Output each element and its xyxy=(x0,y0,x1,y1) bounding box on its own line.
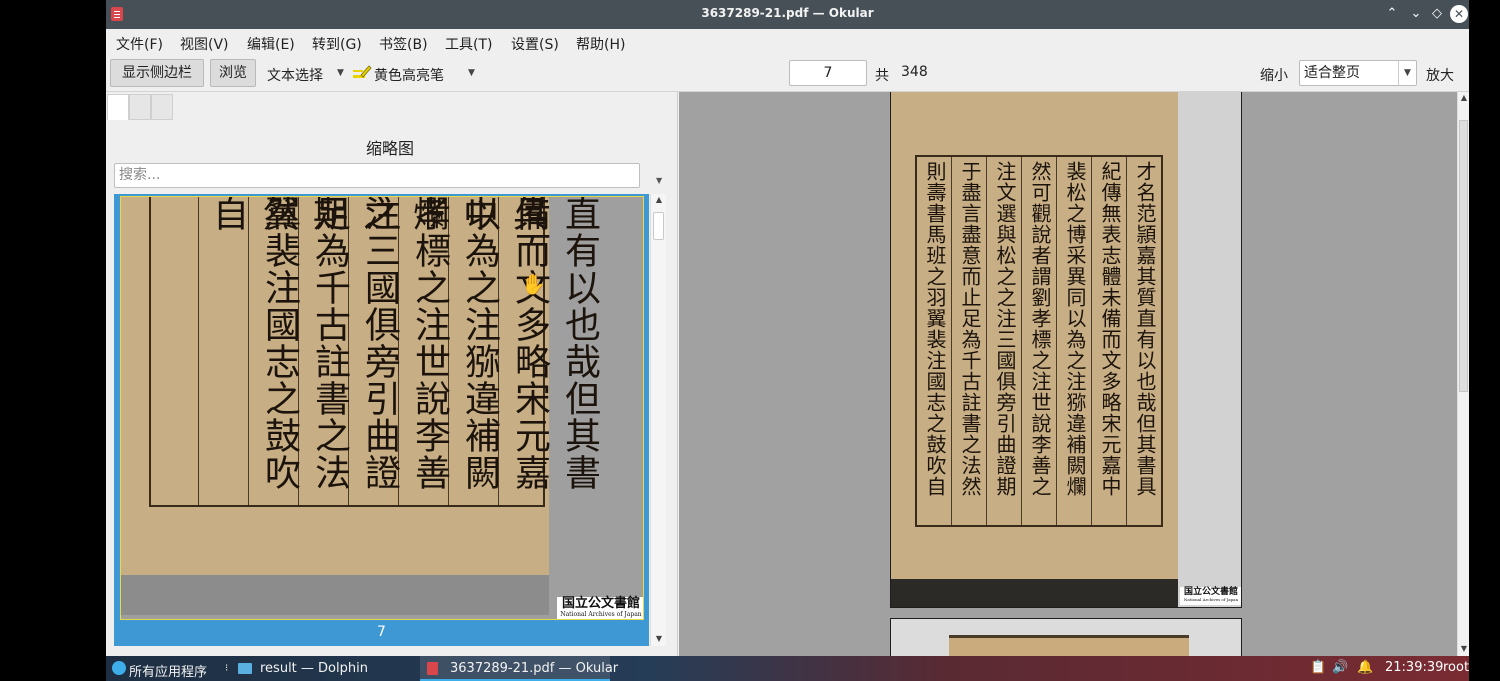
tab-thumbnails[interactable] xyxy=(107,94,129,120)
scrollbar-thumb[interactable] xyxy=(1459,120,1468,392)
menu-help[interactable]: 帮助(H) xyxy=(576,34,625,54)
column-rule xyxy=(1126,157,1127,525)
menu-settings[interactable]: 设置(S) xyxy=(511,34,559,54)
show-sidebar-button[interactable]: 显示侧边栏 xyxy=(110,59,204,87)
page-total-label: 348 xyxy=(901,64,928,80)
task-dolphin[interactable]: result — Dolphin xyxy=(260,661,368,676)
document-page[interactable]: 才名范頴嘉其質直有以也哉但其書具 紀傳無表志體未備而文多略宋元嘉中 裴松之博采異… xyxy=(890,92,1242,608)
text-column: 則壽書馬班之羽翼裴注國志之鼓吹自 xyxy=(923,161,947,497)
next-document-page[interactable] xyxy=(890,618,1242,656)
sidebar-title: 缩略图 xyxy=(365,139,414,158)
chevron-down-icon[interactable]: ▼ xyxy=(1398,61,1416,85)
text-column: 注文選與松之之注三國俱旁引曲證期 xyxy=(993,161,1017,497)
thumbnail-scrollbar[interactable]: ▲ ▼ xyxy=(650,194,666,646)
thumbnail-page-number: 7 xyxy=(377,624,386,640)
page-number-input[interactable]: 7 xyxy=(789,60,867,86)
search-options-dropdown-icon[interactable]: ▼ xyxy=(656,176,662,185)
window-title: 3637289-21.pdf — Okular xyxy=(701,6,874,20)
archive-seal: 国立公文書館 National Archives of Japan xyxy=(557,596,643,619)
column-rule xyxy=(1056,157,1057,525)
text-column: 裴松之博采異同以為之注猕違補闕爛 xyxy=(1063,161,1087,497)
thumbnail-page-image[interactable]: 直有以也哉但其書具 備而文多略宋元嘉中 以為之注猕違補闕爛 孝標之注世說李善之 … xyxy=(120,196,644,620)
scroll-down-icon[interactable]: ▼ xyxy=(1458,644,1469,653)
zoom-out-button[interactable]: 缩小 xyxy=(1260,65,1288,85)
maximize-button[interactable]: ◇ xyxy=(1428,5,1446,23)
hand-cursor-icon: ✋ xyxy=(521,272,546,296)
seal-title: 国立公文書館 xyxy=(561,596,640,611)
keep-above-button[interactable]: ⌃ xyxy=(1383,5,1401,23)
scroll-up-icon[interactable]: ▲ xyxy=(651,195,667,204)
paper-area: 直有以也哉但其書具 備而文多略宋元嘉中 以為之注猕違補闕爛 孝標之注世說李善之 … xyxy=(121,196,600,575)
menu-view[interactable]: 视图(V) xyxy=(180,34,229,54)
clock[interactable]: 21:39:39 xyxy=(1385,660,1443,675)
yellow-highlighter-tool-button[interactable]: 黄色高亮笔 xyxy=(374,65,444,85)
thumbnail-list: 直有以也哉但其書具 備而文多略宋元嘉中 以為之注猕違補闕爛 孝標之注世說李善之 … xyxy=(114,194,649,646)
notifications-icon[interactable]: 🔔 xyxy=(1357,660,1373,675)
text-column: 才名范頴嘉其質直有以也哉但其書具 xyxy=(1133,161,1157,497)
user-name: root xyxy=(1443,660,1469,675)
browse-tool-button[interactable]: 浏览 xyxy=(210,59,256,87)
column-rule xyxy=(1091,157,1092,525)
scrollbar-thumb[interactable] xyxy=(653,212,664,240)
text-select-dropdown-icon[interactable]: ▼ xyxy=(337,68,344,78)
column-rule xyxy=(198,197,199,505)
text-column: 紀傳無表志體未備而文多略宋元嘉中 xyxy=(1098,161,1122,497)
document-viewer[interactable]: 才名范頴嘉其質直有以也哉但其書具 紀傳無表志體未備而文多略宋元嘉中 裴松之博采異… xyxy=(679,92,1457,656)
zoom-mode-value: 适合整页 xyxy=(1304,65,1360,81)
column-rule xyxy=(986,157,987,525)
seal-title: 国立公文書館 xyxy=(1183,587,1238,597)
scroll-down-icon[interactable]: ▼ xyxy=(651,634,667,643)
column-rule xyxy=(1021,157,1022,525)
archive-seal: 国立公文書館 National Archives of Japan xyxy=(1180,587,1241,605)
text-frame: 直有以也哉但其書具 備而文多略宋元嘉中 以為之注猕違補闕爛 孝標之注世說李善之 … xyxy=(149,196,600,507)
menu-grip-icon: ⁝ xyxy=(225,663,229,674)
taskbar: 所有应用程序 ⁝ result — Dolphin 3637289-21.pdf… xyxy=(106,656,1469,681)
close-button[interactable]: ✕ xyxy=(1450,5,1468,23)
thumbnail-search-input[interactable]: 搜索... xyxy=(114,163,640,188)
sidebar-panel: 缩略图 搜索... ▼ 直有以也哉但其書具 備而文多略宋元嘉中 以為之注猕違補闕… xyxy=(106,92,678,656)
document-scrollbar[interactable]: ▲ ▼ xyxy=(1457,92,1469,656)
menu-go[interactable]: 转到(G) xyxy=(312,34,362,54)
menu-tools[interactable]: 工具(T) xyxy=(445,34,492,54)
thumbnail-item-selected[interactable]: 直有以也哉但其書具 備而文多略宋元嘉中 以為之注猕違補闕爛 孝標之注世說李善之 … xyxy=(114,194,649,646)
text-column: 然可觀說者謂劉孝標之注世說李善之 xyxy=(1028,161,1052,497)
seal-subtitle: National Archives of Japan xyxy=(560,611,642,618)
okular-task-icon xyxy=(427,662,438,675)
scroll-up-icon[interactable]: ▲ xyxy=(1458,93,1469,102)
menu-bookmarks[interactable]: 书签(B) xyxy=(379,34,428,54)
column-rule xyxy=(951,157,952,525)
zoom-in-button[interactable]: 放大 xyxy=(1426,65,1454,85)
seal-subtitle: National Archives of Japan xyxy=(1183,597,1239,602)
folder-icon xyxy=(238,663,252,674)
tab-bookmarks[interactable] xyxy=(151,94,173,120)
volume-icon[interactable]: 🔊 xyxy=(1332,660,1348,675)
highlighter-icon xyxy=(352,63,372,81)
menu-bar: 文件(F) 视图(V) 编辑(E) 转到(G) 书签(B) 工具(T) 设置(S… xyxy=(106,29,1469,55)
page-of-label: 共 xyxy=(875,68,889,84)
page-shadow xyxy=(121,575,549,615)
app-launcher-icon[interactable] xyxy=(112,661,126,675)
clipboard-icon[interactable]: 📋 xyxy=(1310,660,1326,675)
task-okular-label: 3637289-21.pdf — Okular xyxy=(450,661,619,676)
menu-edit[interactable]: 编辑(E) xyxy=(247,34,295,54)
minimize-button[interactable]: ⌄ xyxy=(1407,5,1425,23)
zoom-mode-select[interactable]: 适合整页 ▼ xyxy=(1299,60,1417,86)
menu-file[interactable]: 文件(F) xyxy=(116,34,163,54)
paper-area xyxy=(949,635,1189,656)
annotation-dropdown-icon[interactable]: ▼ xyxy=(468,68,475,78)
paper-area: 才名范頴嘉其質直有以也哉但其書具 紀傳無表志體未備而文多略宋元嘉中 裴松之博采異… xyxy=(891,92,1178,579)
app-launcher-label[interactable]: 所有应用程序 xyxy=(129,661,207,680)
text-select-tool-button[interactable]: 文本选择 xyxy=(267,65,323,85)
text-column: 翼裴注國志之鼓吹自 xyxy=(207,196,300,491)
title-bar: 3637289-21.pdf — Okular ⌃ ⌄ ◇ ✕ xyxy=(106,0,1469,29)
okular-window: 3637289-21.pdf — Okular ⌃ ⌄ ◇ ✕ 文件(F) 视图… xyxy=(106,0,1469,681)
page-shadow xyxy=(891,579,1178,607)
text-column: 于盡言盡意而止足為千古註書之法然 xyxy=(958,161,982,497)
page-margin xyxy=(1178,92,1241,607)
main-toolbar: 显示侧边栏 浏览 文本选择 ▼ 黄色高亮笔 ▼ 共 348 缩小 放大 xyxy=(106,55,1469,92)
text-frame: 才名范頴嘉其質直有以也哉但其書具 紀傳無表志體未備而文多略宋元嘉中 裴松之博采異… xyxy=(915,155,1163,527)
tab-reviews[interactable] xyxy=(129,94,151,120)
